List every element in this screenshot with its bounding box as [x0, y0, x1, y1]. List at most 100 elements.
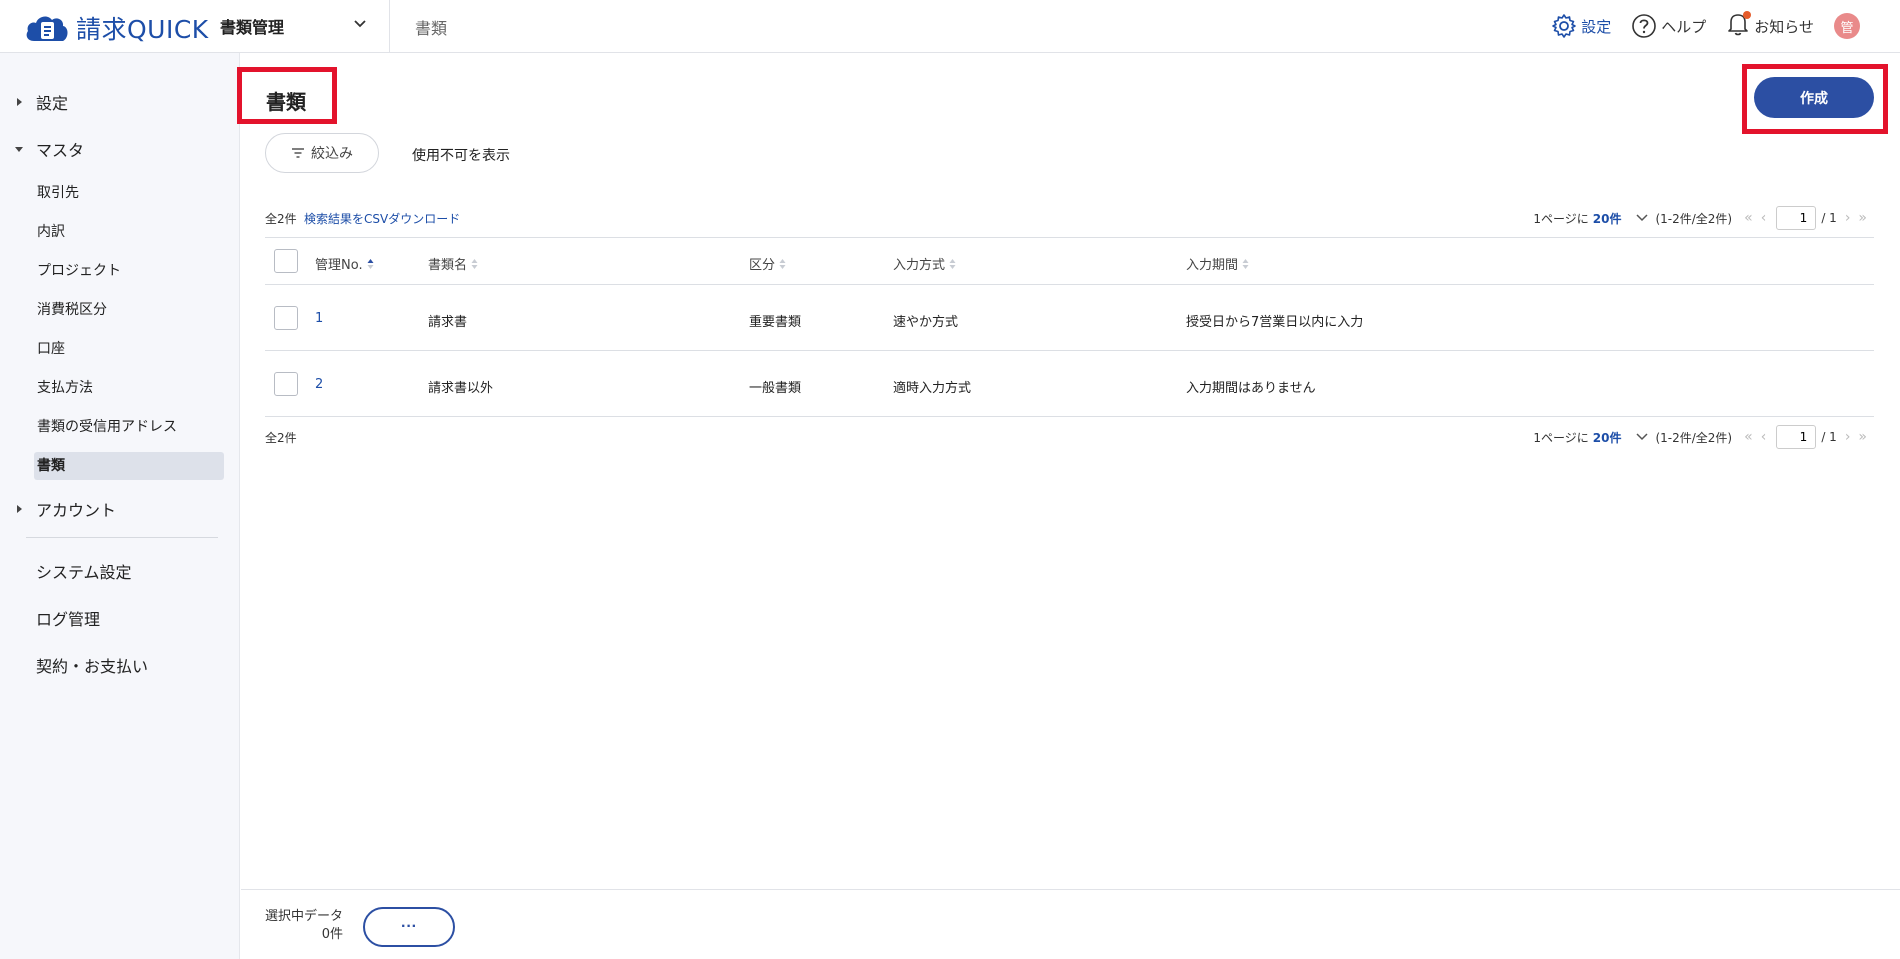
highlight-box-title [237, 67, 337, 124]
sidebar-group-master[interactable]: マスタ [14, 137, 84, 161]
select-all-checkbox[interactable] [274, 249, 298, 273]
sidebar-item-tax-category[interactable]: 消費税区分 [34, 296, 224, 324]
column-header-category[interactable]: 区分 [749, 254, 786, 273]
caret-right-icon [17, 98, 22, 106]
sort-icon [949, 258, 956, 269]
breadcrumb: 書類 [415, 19, 448, 38]
prev-page-icon[interactable]: ‹ [1761, 210, 1767, 226]
sidebar-item-documents[interactable]: 書類 [34, 452, 224, 480]
cell-input-period: 授受日から7営業日以内に入力 [1186, 315, 1364, 330]
sort-icon [779, 258, 786, 269]
row-divider [265, 284, 1874, 285]
result-count: 全2件 [265, 212, 297, 226]
sidebar-item-breakdown[interactable]: 内訳 [34, 218, 224, 246]
column-header-label: 入力期間 [1186, 258, 1239, 273]
cloud-document-icon [26, 16, 68, 41]
row-divider [265, 416, 1874, 417]
app-selector[interactable]: 書類管理 [220, 14, 284, 38]
column-header-name[interactable]: 書類名 [428, 254, 478, 273]
column-header-input-method[interactable]: 入力方式 [893, 254, 956, 273]
first-page-icon[interactable]: « [1744, 429, 1753, 445]
show-disabled-toggle[interactable]: 使用不可を表示 [412, 145, 510, 165]
help-link[interactable]: ヘルプ [1631, 13, 1706, 39]
column-header-label: 入力方式 [893, 258, 946, 273]
cell-input-period: 入力期間はありません [1186, 381, 1316, 396]
column-header-label: 管理No. [315, 258, 363, 273]
first-page-icon[interactable]: « [1744, 210, 1753, 226]
filter-button[interactable]: 絞込み [265, 133, 379, 173]
highlight-box-create [1742, 64, 1888, 134]
next-page-icon[interactable]: › [1845, 429, 1851, 445]
page-number-input[interactable] [1776, 425, 1817, 449]
sidebar-item-clients[interactable]: 取引先 [34, 179, 224, 207]
app-header: 請求QUICK 書類管理 書類 設定 ヘルプ お知らせ 管 [0, 0, 1900, 53]
row-checkbox[interactable] [274, 372, 298, 396]
row-divider [265, 350, 1874, 351]
sidebar-group-account[interactable]: アカウント [14, 497, 116, 521]
cell-name: 請求書 [428, 315, 468, 330]
selected-data-count: 0件 [321, 927, 344, 942]
notifications-link[interactable]: お知らせ [1726, 11, 1814, 41]
selected-data-info: 選択中データ 0件 [265, 908, 343, 944]
sidebar-group-label: マスタ [36, 141, 85, 160]
csv-download-link[interactable]: 検索結果をCSVダウンロード [304, 210, 460, 227]
sidebar-item-bank-accounts[interactable]: 口座 [34, 335, 224, 363]
notifications-label: お知らせ [1754, 17, 1814, 36]
sort-icon [1242, 258, 1249, 269]
per-page-prefix: 1ページに [1533, 430, 1589, 445]
column-header-label: 区分 [749, 258, 776, 273]
cell-no[interactable]: 1 [315, 311, 323, 326]
sidebar-item-log-management[interactable]: ログ管理 [36, 606, 100, 630]
sidebar-item-receive-address[interactable]: 書類の受信用アドレス [34, 413, 224, 441]
chevron-down-icon[interactable] [352, 16, 368, 32]
caret-right-icon [17, 505, 22, 513]
prev-page-icon[interactable]: ‹ [1761, 429, 1767, 445]
cell-input-method: 速やか方式 [893, 315, 959, 330]
last-page-icon[interactable]: » [1858, 429, 1867, 445]
help-label: ヘルプ [1661, 17, 1707, 36]
sidebar-group-label: 設定 [36, 94, 69, 113]
per-page-select[interactable]: 20件 [1593, 210, 1622, 227]
user-avatar[interactable]: 管 [1834, 13, 1860, 39]
total-pages: / 1 [1821, 211, 1837, 225]
settings-link[interactable]: 設定 [1551, 13, 1611, 39]
sidebar-group-settings[interactable]: 設定 [14, 90, 68, 114]
sidebar-item-contract-payment[interactable]: 契約・お支払い [36, 653, 148, 677]
sidebar: 設定 マスタ 取引先 内訳 プロジェクト 消費税区分 口座 支払方法 書類の受信… [0, 53, 240, 959]
sidebar-item-system-settings[interactable]: システム設定 [36, 559, 132, 583]
page-number-input[interactable] [1776, 206, 1817, 230]
next-page-icon[interactable]: › [1845, 210, 1851, 226]
chevron-down-icon[interactable] [1635, 430, 1649, 444]
more-actions-button[interactable]: ··· [363, 907, 455, 947]
selected-data-label: 選択中データ [265, 909, 344, 924]
help-circle-icon [1632, 14, 1657, 38]
chevron-down-icon[interactable] [1635, 211, 1649, 225]
cell-category: 一般書類 [749, 381, 802, 396]
bulk-action-bar: 選択中データ 0件 ··· [241, 889, 1900, 959]
cell-no[interactable]: 2 [315, 377, 323, 392]
caret-down-icon [15, 147, 23, 152]
column-header-input-period[interactable]: 入力期間 [1186, 254, 1249, 273]
cell-name: 請求書以外 [428, 381, 494, 396]
filter-label: 絞込み [311, 146, 353, 162]
header-actions: 設定 ヘルプ お知らせ 管 [1551, 10, 1860, 42]
pagination-bottom: 1ページに 20件 (1-2件/全2件) « ‹ / 1 › » [1533, 425, 1867, 449]
column-header-no[interactable]: 管理No. [315, 254, 374, 273]
sidebar-divider [26, 537, 218, 538]
gear-icon [1552, 14, 1577, 38]
per-page-prefix: 1ページに [1533, 211, 1589, 226]
pagination-top: 1ページに 20件 (1-2件/全2件) « ‹ / 1 › » [1533, 206, 1867, 230]
header-divider [389, 0, 390, 53]
last-page-icon[interactable]: » [1858, 210, 1867, 226]
sidebar-item-payment-methods[interactable]: 支払方法 [34, 374, 224, 402]
cell-category: 重要書類 [749, 315, 802, 330]
row-checkbox[interactable] [274, 306, 298, 330]
sidebar-group-label: アカウント [36, 501, 117, 520]
result-count-bottom: 全2件 [265, 431, 297, 445]
total-pages: / 1 [1821, 430, 1837, 444]
app-logo[interactable]: 請求QUICK [24, 10, 209, 46]
sort-asc-icon [367, 258, 374, 269]
sidebar-item-projects[interactable]: プロジェクト [34, 257, 224, 285]
sort-icon [471, 258, 478, 269]
per-page-select[interactable]: 20件 [1593, 429, 1622, 446]
